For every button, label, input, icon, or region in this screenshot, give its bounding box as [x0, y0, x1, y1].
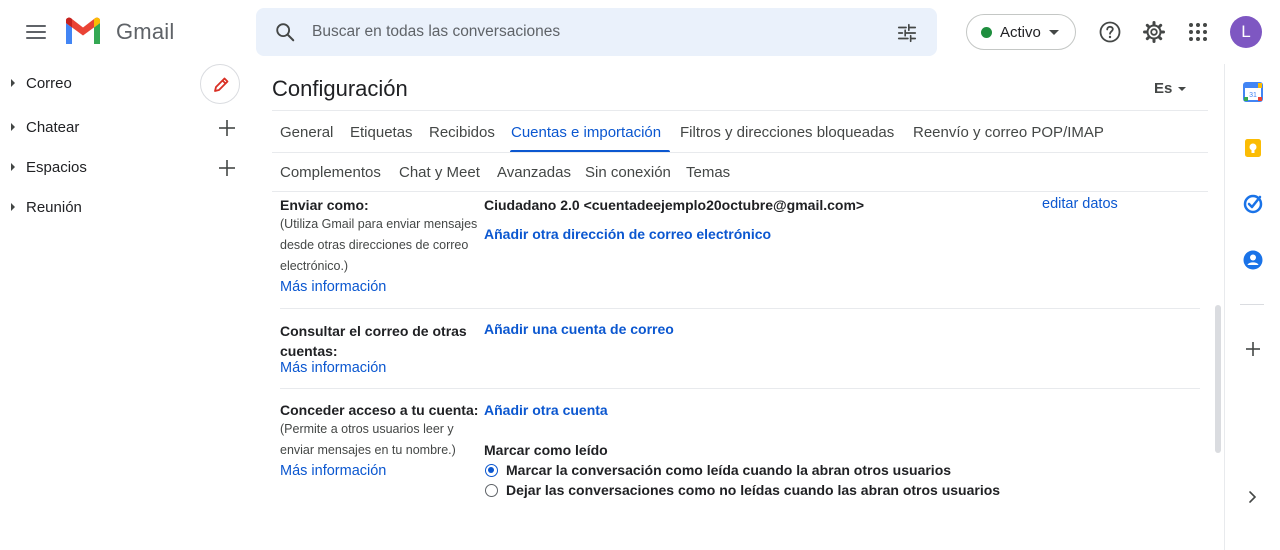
nav-item-chatear[interactable]: Chatear: [0, 112, 250, 144]
gmail-logo-text: Gmail: [116, 19, 175, 44]
chevron-right-icon[interactable]: [1242, 486, 1264, 508]
keep-unread-option-label[interactable]: Dejar las conversaciones como no leídas …: [506, 482, 1000, 498]
keep-icon[interactable]: [1242, 137, 1264, 159]
send-as-description: (Utiliza Gmail para enviar mensajes desd…: [280, 217, 478, 273]
tab-recibidos[interactable]: Recibidos: [429, 124, 495, 141]
status-label: Activo: [1000, 24, 1041, 41]
tab-cuentas-importacion[interactable]: Cuentas e importación: [511, 124, 661, 141]
plus-icon[interactable]: [216, 157, 238, 179]
search-icon[interactable]: [274, 21, 296, 43]
mark-read-heading: Marcar como leído: [484, 442, 608, 458]
account-avatar[interactable]: L: [1230, 16, 1262, 48]
divider: [272, 110, 1208, 111]
divider: [272, 152, 1208, 153]
add-mail-account-link[interactable]: Añadir una cuenta de correo: [484, 321, 674, 337]
help-icon[interactable]: [1098, 20, 1122, 44]
caret-right-icon: [11, 163, 15, 171]
check-mail-more-info-link[interactable]: Más información: [280, 360, 386, 376]
status-selector[interactable]: Activo: [966, 14, 1076, 50]
edit-info-link[interactable]: editar datos: [1042, 196, 1118, 212]
send-as-address: Ciudadano 2.0 <cuentadeejemplo20octubre@…: [484, 197, 865, 213]
page-title: Configuración: [272, 76, 408, 101]
nav-item-espacios[interactable]: Espacios: [0, 152, 250, 184]
tab-complementos[interactable]: Complementos: [280, 164, 381, 181]
caret-right-icon: [11, 79, 15, 87]
send-as-more-info-link[interactable]: Más información: [280, 279, 386, 295]
check-mail-label: Consultar el correo de otras cuentas:: [280, 323, 467, 359]
gear-icon[interactable]: [1142, 20, 1166, 44]
nav-label: Chatear: [26, 119, 80, 136]
search-input[interactable]: [312, 8, 872, 56]
keep-unread-radio[interactable]: [485, 484, 498, 497]
apps-grid-icon[interactable]: [1186, 20, 1210, 44]
divider: [280, 388, 1200, 389]
nav-label: Espacios: [26, 159, 87, 176]
divider: [272, 191, 1208, 192]
status-dot: [981, 27, 992, 38]
tab-avanzadas[interactable]: Avanzadas: [497, 164, 571, 181]
caret-right-icon: [11, 123, 15, 131]
input-tools-button[interactable]: Es: [1154, 80, 1194, 100]
gmail-logo[interactable]: [64, 16, 102, 46]
svg-text:31: 31: [1249, 92, 1257, 99]
mark-read-radio[interactable]: [485, 464, 498, 477]
send-as-label: Enviar como:: [280, 197, 369, 213]
compose-button[interactable]: [200, 64, 240, 104]
caret-down-icon: [1178, 87, 1186, 91]
language-label: Es: [1154, 80, 1173, 97]
mark-read-option-label[interactable]: Marcar la conversación como leída cuando…: [506, 462, 951, 478]
tab-reenvio[interactable]: Reenvío y correo POP/IMAP: [913, 124, 1104, 141]
search-bar: [256, 8, 937, 56]
contacts-icon[interactable]: [1242, 249, 1264, 271]
scrollbar-thumb[interactable]: [1215, 305, 1221, 453]
grant-access-label: Conceder acceso a tu cuenta:: [280, 402, 479, 418]
caret-down-icon: [1049, 30, 1059, 35]
tab-filtros[interactable]: Filtros y direcciones bloqueadas: [680, 124, 894, 141]
tab-chat-meet[interactable]: Chat y Meet: [399, 164, 480, 181]
divider: [1240, 304, 1264, 305]
nav-label: Reunión: [26, 199, 82, 216]
pencil-icon: [214, 77, 229, 92]
tune-icon[interactable]: [896, 22, 918, 44]
tab-general[interactable]: General: [280, 124, 333, 141]
grant-access-description: (Permite a otros usuarios leer y enviar …: [280, 422, 456, 457]
main-menu-button[interactable]: [20, 18, 52, 46]
tab-sin-conexion[interactable]: Sin conexión: [585, 164, 671, 181]
plus-icon[interactable]: [216, 117, 238, 139]
plus-icon[interactable]: [1242, 338, 1264, 360]
nav-label: Correo: [26, 75, 72, 92]
tasks-icon[interactable]: [1242, 193, 1264, 215]
divider: [280, 308, 1200, 309]
menu-icon: [26, 25, 46, 27]
caret-right-icon: [11, 203, 15, 211]
add-another-account-link[interactable]: Añadir otra cuenta: [484, 402, 608, 418]
tab-etiquetas[interactable]: Etiquetas: [350, 124, 413, 141]
tab-temas[interactable]: Temas: [686, 164, 730, 181]
grant-access-more-info-link[interactable]: Más información: [280, 463, 386, 479]
calendar-icon[interactable]: 31: [1242, 81, 1264, 103]
nav-item-reunion[interactable]: Reunión: [0, 192, 250, 224]
add-address-link[interactable]: Añadir otra dirección de correo electrón…: [484, 226, 771, 242]
